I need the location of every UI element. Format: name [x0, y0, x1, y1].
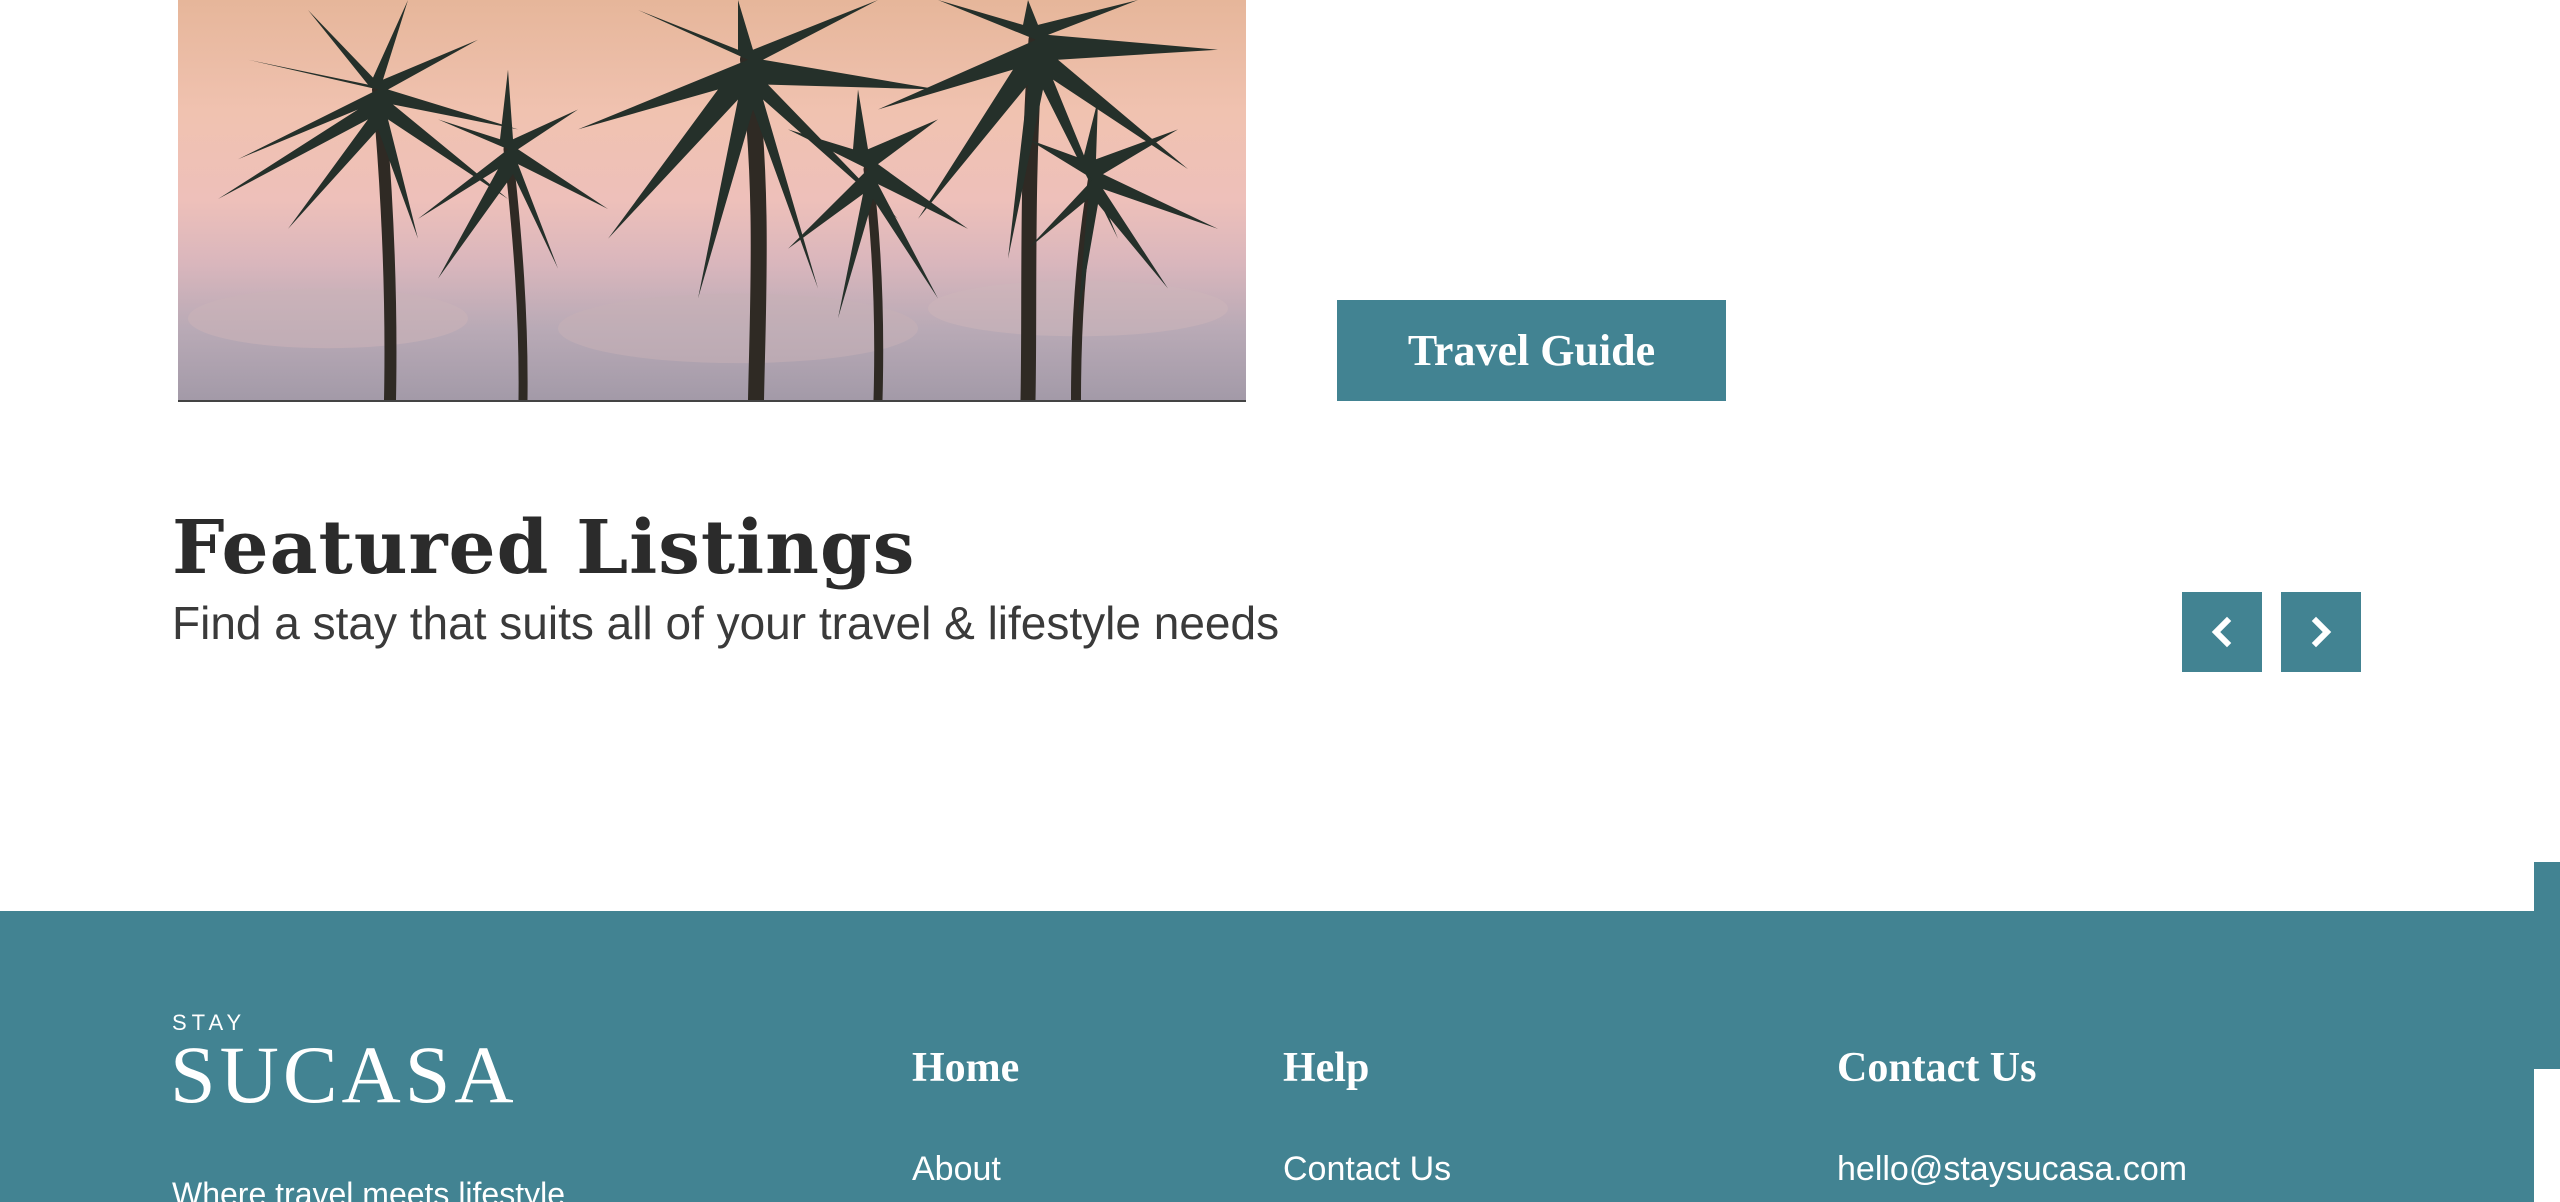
carousel-next-button[interactable]	[2281, 592, 2361, 672]
chevron-right-icon	[2311, 616, 2332, 648]
travel-guide-button[interactable]: Travel Guide	[1337, 300, 1726, 401]
footer-link-email[interactable]: hello@staysucasa.com	[1837, 1150, 2187, 1189]
footer-tagline: Where travel meets lifestyle	[172, 1176, 566, 1202]
footer-link-about[interactable]: About	[912, 1150, 1001, 1189]
palm-trees-illustration	[188, 0, 1228, 400]
footer-heading-home[interactable]: Home	[912, 1044, 1019, 1092]
brand-logo-large[interactable]: SUCASA	[170, 1034, 518, 1116]
featured-listings-subtitle: Find a stay that suits all of your trave…	[172, 597, 1280, 649]
footer-heading-help[interactable]: Help	[1283, 1044, 1369, 1092]
featured-listings-title: Featured Listings	[172, 505, 916, 591]
footer-link-contact-us[interactable]: Contact Us	[1283, 1150, 1451, 1189]
hero-image	[178, 0, 1246, 402]
chevron-left-icon	[2211, 616, 2232, 648]
carousel-prev-button[interactable]	[2182, 592, 2262, 672]
footer-heading-contact: Contact Us	[1837, 1045, 2037, 1091]
side-feedback-tab[interactable]	[2534, 862, 2560, 1069]
